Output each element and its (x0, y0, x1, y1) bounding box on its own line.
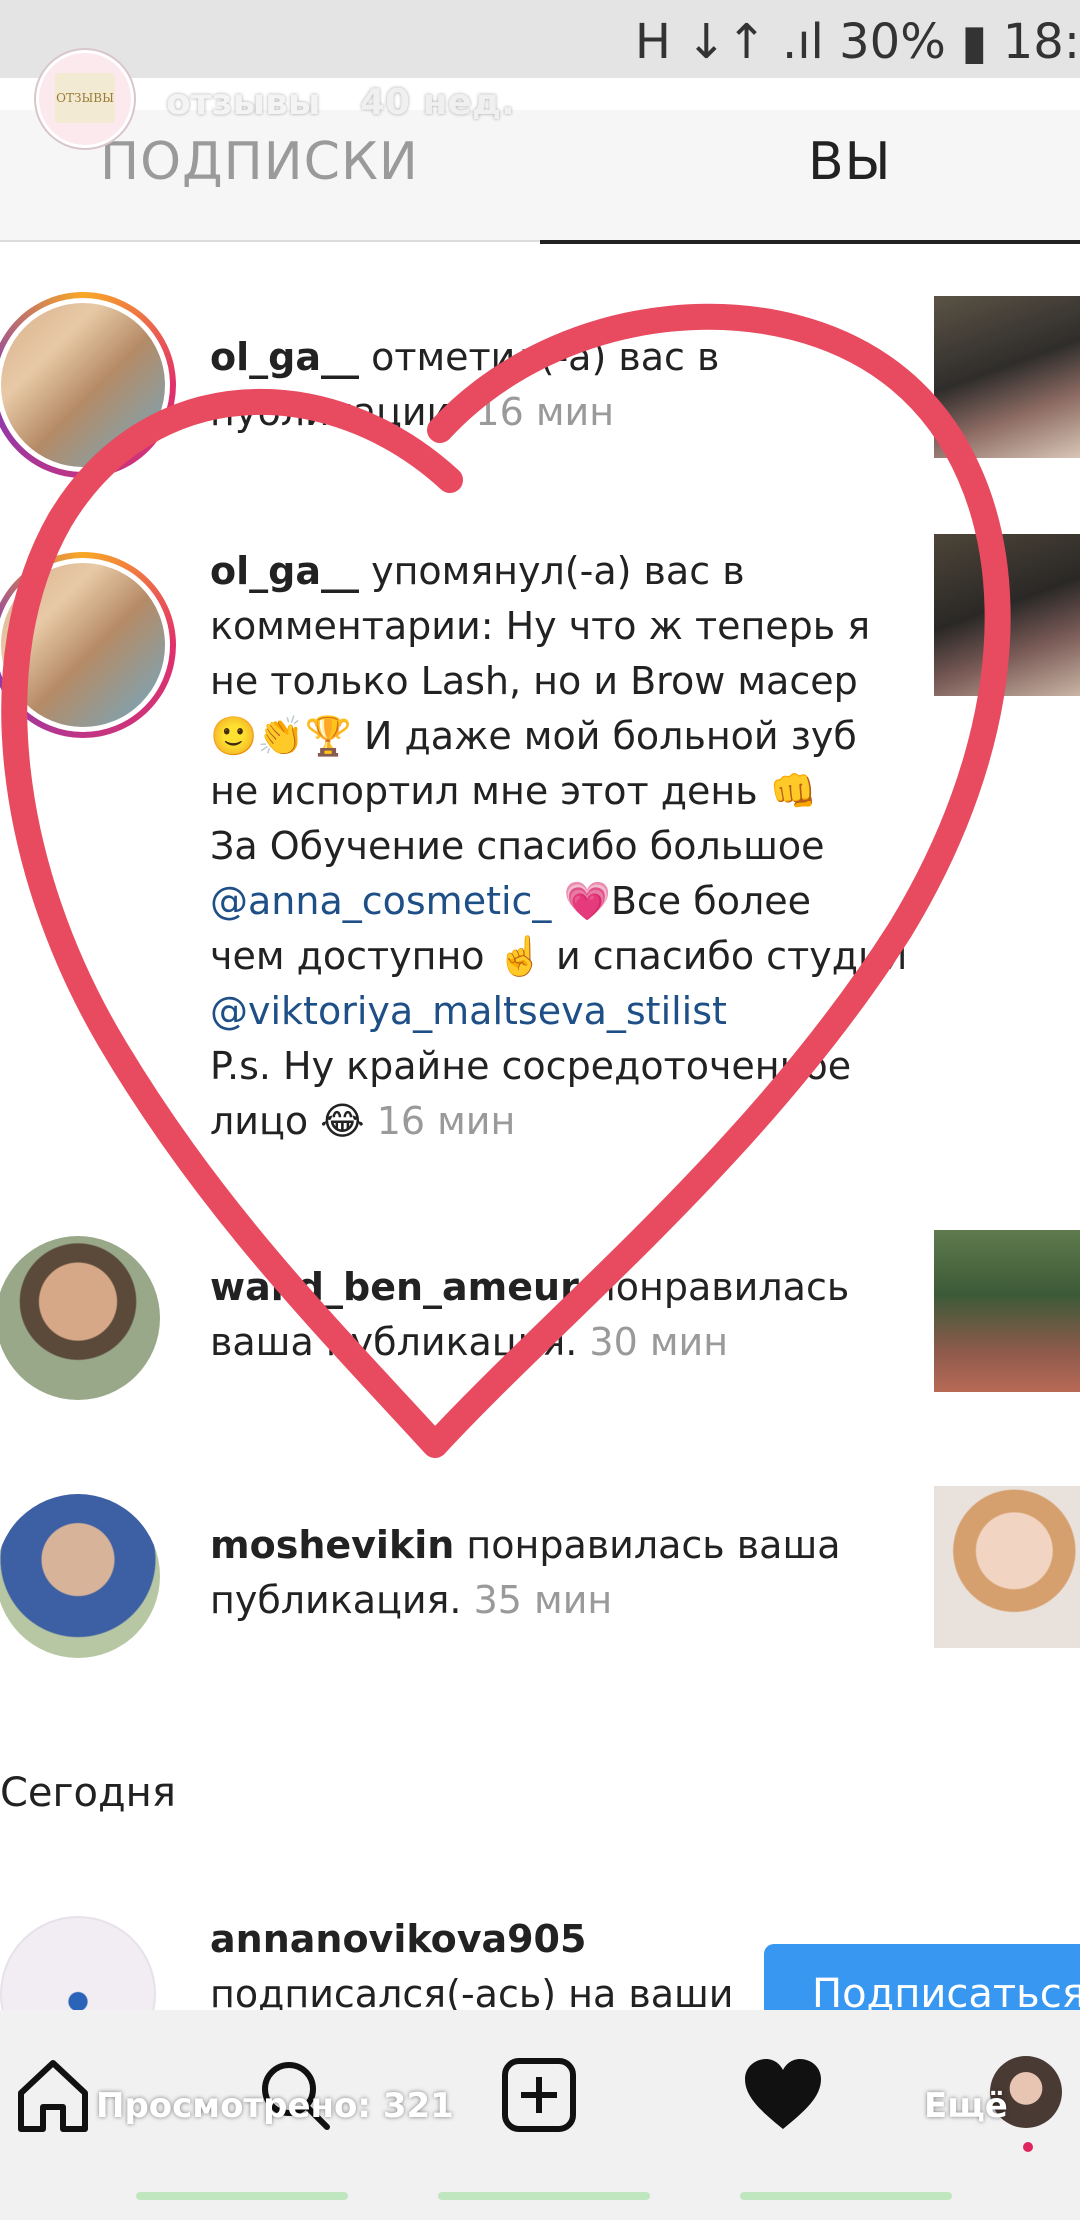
heart-stroke (1, 303, 1011, 1458)
add-icon[interactable] (494, 2050, 584, 2140)
notification-dot (1023, 2142, 1033, 2152)
heart-icon[interactable] (738, 2050, 828, 2140)
views-count[interactable]: Просмотрено: 321 (96, 2086, 454, 2126)
heart-doodle (1, 303, 1011, 1458)
story-progress (740, 2192, 952, 2200)
more-button[interactable]: Ещё (924, 2086, 1008, 2126)
story-progress (136, 2192, 348, 2200)
home-icon[interactable] (8, 2050, 98, 2140)
story-progress (438, 2192, 650, 2200)
